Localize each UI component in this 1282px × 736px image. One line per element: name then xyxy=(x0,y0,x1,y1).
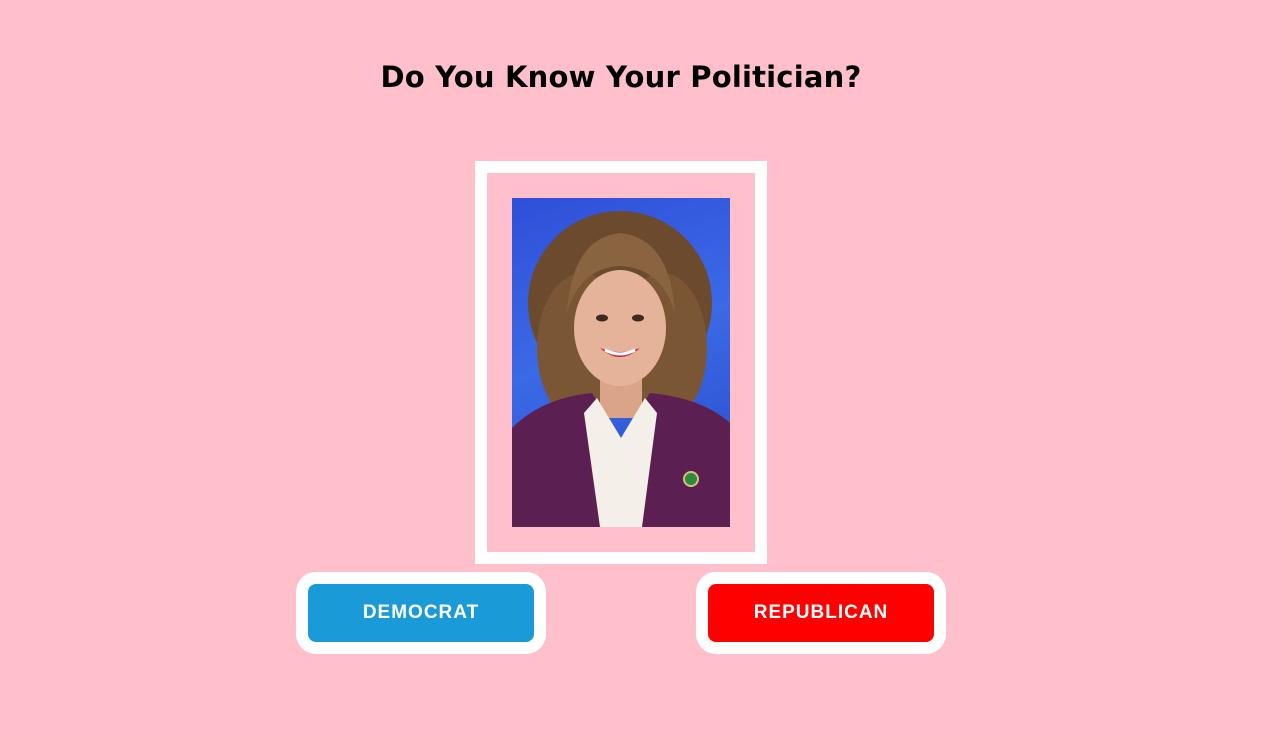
politician-portrait-icon xyxy=(512,211,730,527)
democrat-button-frame: DEMOCRAT xyxy=(296,572,546,654)
republican-button[interactable]: REPUBLICAN xyxy=(708,584,934,642)
republican-button-frame: REPUBLICAN xyxy=(696,572,946,654)
photo-frame xyxy=(475,161,767,564)
democrat-button[interactable]: DEMOCRAT xyxy=(308,584,534,642)
page-title: Do You Know Your Politician? xyxy=(380,60,862,94)
quiz-page: Do You Know Your Politician? DEMOCRAT RE… xyxy=(0,0,1282,736)
politician-photo xyxy=(512,198,730,527)
